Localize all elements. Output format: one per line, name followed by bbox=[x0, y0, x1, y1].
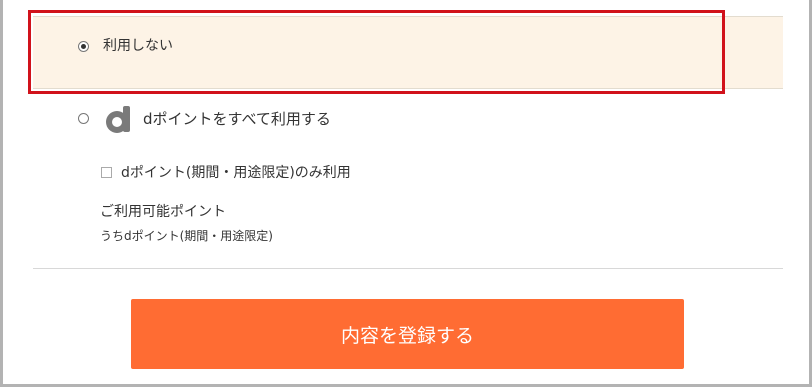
divider bbox=[33, 268, 783, 269]
limited-only-checkbox[interactable] bbox=[101, 167, 112, 178]
d-point-logo-icon bbox=[106, 106, 130, 133]
available-points-subtitle: うちdポイント(期間・用途限定) bbox=[100, 229, 273, 243]
radio-none[interactable] bbox=[78, 41, 89, 52]
register-button[interactable]: 内容を登録する bbox=[131, 299, 684, 369]
radio-all[interactable] bbox=[78, 113, 89, 124]
option-all-label[interactable]: dポイントをすべて利用する bbox=[143, 111, 331, 127]
option-none-label[interactable]: 利用しない bbox=[103, 38, 173, 54]
available-points-title: ご利用可能ポイント bbox=[100, 204, 226, 220]
limited-only-label[interactable]: dポイント(期間・用途限定)のみ利用 bbox=[121, 165, 351, 181]
